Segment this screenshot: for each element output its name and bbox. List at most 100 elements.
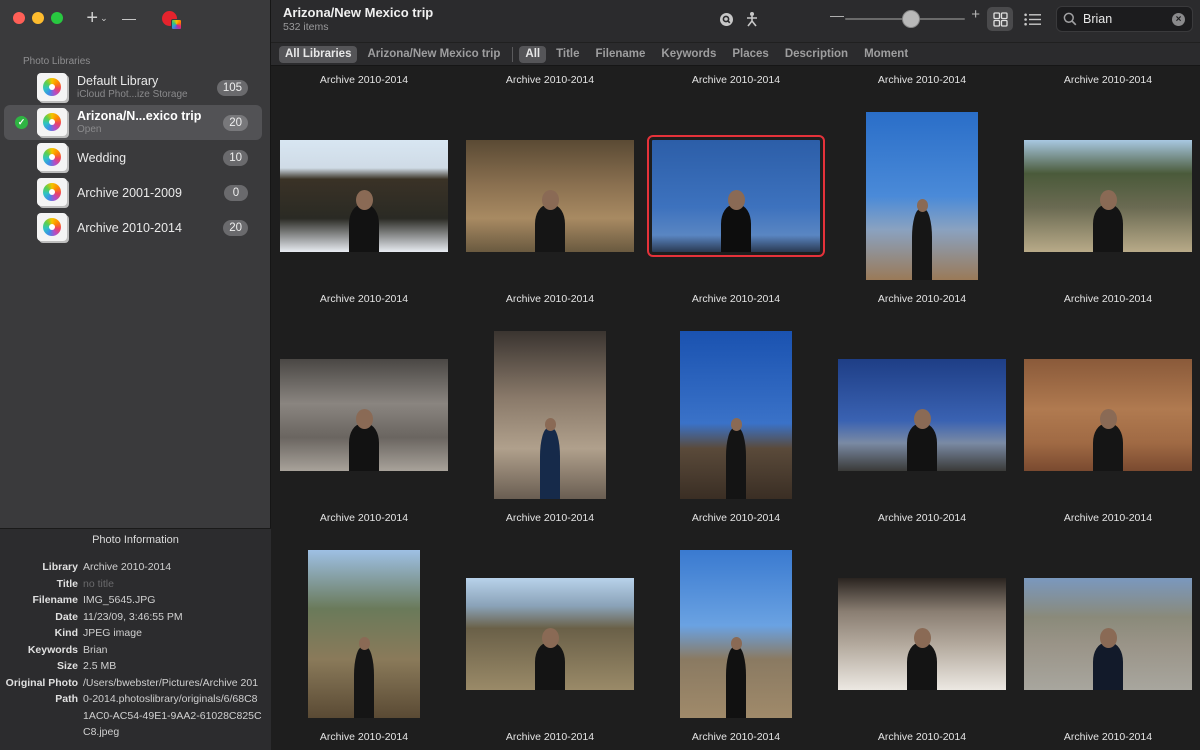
info-row: Date 11/23/09, 3:46:55 PM bbox=[0, 609, 271, 626]
search-field[interactable]: × bbox=[1056, 6, 1193, 32]
info-row: Original Photo Path/Users/bwebster/Pictu… bbox=[0, 675, 271, 741]
zoom-in-icon[interactable]: + bbox=[971, 6, 980, 23]
filter-places[interactable]: Places bbox=[726, 46, 774, 63]
info-row: Filename IMG_5645.JPG bbox=[0, 592, 271, 609]
library-item[interactable]: ✓ Arizona/N...exico trip Open 20 bbox=[4, 105, 262, 140]
library-list: Default Library iCloud Phot...ize Storag… bbox=[4, 70, 262, 245]
checkmark-icon: ✓ bbox=[15, 116, 28, 129]
info-label: Kind bbox=[54, 627, 78, 639]
photo-thumbnail[interactable] bbox=[280, 359, 448, 471]
photo-label: Archive 2010-2014 bbox=[691, 74, 781, 86]
photo-thumbnail[interactable] bbox=[866, 112, 978, 280]
photo-label: Archive 2010-2014 bbox=[505, 74, 595, 86]
filter-moment[interactable]: Moment bbox=[858, 46, 914, 63]
info-value: 11/23/09, 3:46:55 PM bbox=[83, 610, 183, 623]
photo-subject-head bbox=[1100, 628, 1117, 648]
library-item[interactable]: Wedding 10 bbox=[4, 140, 262, 175]
scope-current-library[interactable]: Arizona/New Mexico trip bbox=[361, 46, 506, 63]
photo-subject bbox=[726, 428, 746, 499]
library-item[interactable]: Default Library iCloud Phot...ize Storag… bbox=[4, 70, 262, 105]
photos-library-icon bbox=[37, 73, 67, 101]
info-label: Keywords bbox=[27, 643, 78, 656]
library-name: Wedding bbox=[77, 151, 127, 165]
photo-label: Archive 2010-2014 bbox=[319, 512, 409, 524]
remove-library-button[interactable]: — bbox=[119, 6, 139, 30]
photo-thumbnail[interactable] bbox=[466, 578, 634, 690]
zoom-slider-thumb[interactable] bbox=[902, 10, 920, 28]
photo-thumbnail[interactable] bbox=[466, 140, 634, 252]
library-count-badge: 105 bbox=[216, 80, 248, 96]
photo-subject-head bbox=[545, 418, 556, 431]
clear-icon[interactable]: × bbox=[1172, 13, 1185, 26]
photo-subject-head bbox=[1100, 409, 1117, 429]
zoom-out-icon[interactable]: — bbox=[830, 7, 844, 23]
library-count-badge: 10 bbox=[223, 150, 248, 166]
sidebar: + ⌄ — Photo Libraries Default Library iC… bbox=[0, 0, 271, 750]
photos-library-icon bbox=[37, 108, 67, 136]
photos-library-icon bbox=[37, 213, 67, 241]
photo-label: Archive 2010-2014 bbox=[877, 293, 967, 305]
photo-thumbnail[interactable] bbox=[680, 550, 792, 718]
open-in-photos-button[interactable] bbox=[157, 6, 182, 30]
scope-all-libraries[interactable]: All Libraries bbox=[279, 45, 358, 63]
info-value: Brian bbox=[83, 643, 108, 656]
photo-subject-head bbox=[731, 418, 742, 431]
photo-label: Archive 2010-2014 bbox=[505, 293, 595, 305]
grid-view-button[interactable] bbox=[987, 7, 1013, 31]
globe-search-icon[interactable] bbox=[717, 10, 735, 28]
person-share-icon[interactable] bbox=[743, 10, 761, 28]
search-icon bbox=[1063, 12, 1077, 26]
photo-subject bbox=[1093, 424, 1123, 471]
info-label: Size bbox=[56, 660, 78, 672]
photo-label: Archive 2010-2014 bbox=[505, 512, 595, 524]
photo-thumbnail[interactable] bbox=[647, 135, 825, 257]
library-name: Default Library bbox=[77, 74, 159, 88]
photo-thumbnail[interactable] bbox=[494, 331, 606, 499]
minus-icon: — bbox=[122, 10, 136, 26]
photo-thumbnail[interactable] bbox=[280, 140, 448, 252]
info-row: Keywords Brian bbox=[0, 642, 271, 659]
photo-label: Archive 2010-2014 bbox=[319, 74, 409, 86]
photo-thumbnail[interactable] bbox=[1024, 140, 1192, 252]
photo-subject bbox=[535, 205, 565, 252]
library-count-badge: 20 bbox=[223, 220, 248, 236]
photo-label: Archive 2010-2014 bbox=[1063, 731, 1153, 743]
library-item[interactable]: Archive 2010-2014 20 bbox=[4, 210, 262, 245]
filter-description[interactable]: Description bbox=[779, 46, 854, 63]
add-library-button[interactable]: + ⌄ bbox=[83, 6, 111, 30]
item-count: 532 items bbox=[283, 21, 329, 33]
photo-label: Archive 2010-2014 bbox=[319, 293, 409, 305]
info-label: Date bbox=[55, 610, 78, 623]
window-zoom-button[interactable] bbox=[51, 12, 63, 24]
photo-information-title: Photo Information bbox=[92, 534, 179, 546]
main-area: Arizona/New Mexico trip 532 items — + × … bbox=[271, 0, 1200, 750]
library-count-badge: 0 bbox=[224, 185, 248, 201]
photo-thumbnail[interactable] bbox=[1024, 359, 1192, 471]
info-value: JPEG image bbox=[83, 627, 142, 639]
filter-all[interactable]: All bbox=[519, 45, 547, 63]
photo-subject bbox=[1093, 643, 1123, 690]
info-row: Size 2.5 MB bbox=[0, 658, 271, 675]
info-label: Original Photo Path bbox=[5, 676, 78, 706]
filter-title[interactable]: Title bbox=[550, 46, 585, 63]
photo-label: Archive 2010-2014 bbox=[505, 731, 595, 743]
photo-thumbnail[interactable] bbox=[838, 578, 1006, 690]
filter-filename[interactable]: Filename bbox=[590, 46, 652, 63]
filter-keywords[interactable]: Keywords bbox=[655, 46, 722, 63]
window-minimize-button[interactable] bbox=[32, 12, 44, 24]
info-row: Kind JPEG image bbox=[0, 625, 271, 642]
photo-label: Archive 2010-2014 bbox=[1063, 293, 1153, 305]
photo-thumbnail[interactable] bbox=[838, 359, 1006, 471]
filter-divider bbox=[512, 46, 514, 62]
photo-thumbnail[interactable] bbox=[680, 331, 792, 499]
window-close-button[interactable] bbox=[13, 12, 25, 24]
list-view-button[interactable] bbox=[1019, 7, 1045, 31]
photo-subject-head bbox=[356, 190, 373, 210]
photo-subject-head bbox=[542, 628, 559, 648]
photo-thumbnail[interactable] bbox=[1024, 578, 1192, 690]
chevron-down-icon: ⌄ bbox=[100, 12, 108, 23]
photo-thumbnail[interactable] bbox=[308, 550, 420, 718]
library-item[interactable]: Archive 2001-2009 0 bbox=[4, 175, 262, 210]
photos-library-icon bbox=[161, 10, 182, 30]
search-input[interactable] bbox=[1083, 11, 1171, 27]
